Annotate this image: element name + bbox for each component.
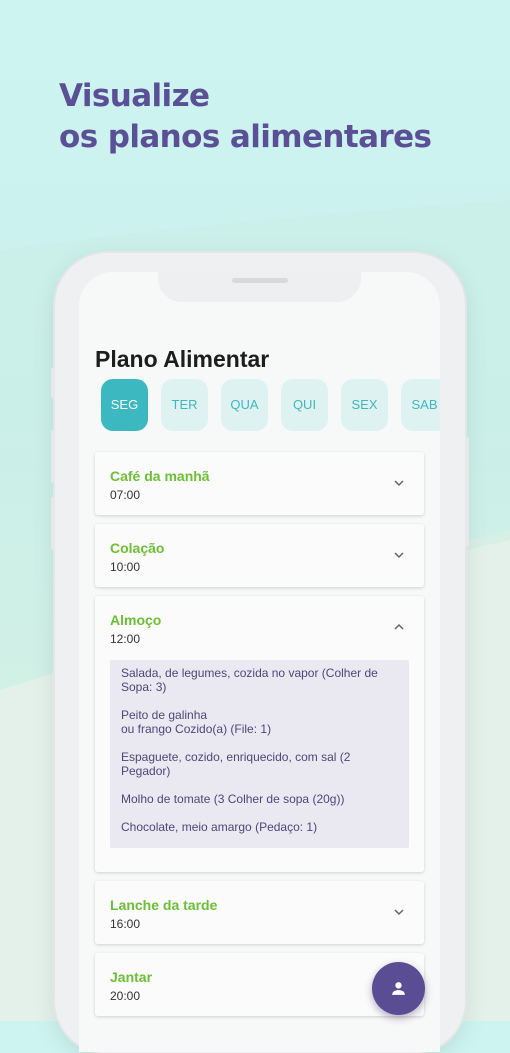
page-title: Plano Alimentar [95,346,270,372]
phone-power-button [465,437,469,547]
phone-volume-down [51,497,55,550]
food-item: Molho de tomate (3 Colher de sopa (20g)) [121,792,345,806]
app-screen: Plano Alimentar SEG TER QUA QUI SEX SAB Café … [79,272,440,1052]
meal-card-cafe[interactable]: Café da manhã 07:00 [95,452,424,515]
meal-time: 12:00 [110,632,141,646]
meal-name: Café da manhã [110,468,210,484]
headline-line-1: Visualize [59,78,210,114]
chevron-down-icon[interactable] [394,478,404,488]
tab-ter[interactable]: TER [161,379,208,431]
phone-side-button [51,368,55,398]
food-item: Chocolate, meio amargo (Pedaço: 1) [121,820,318,834]
meal-time: 20:00 [110,989,141,1003]
food-list: Salada, de legumes, cozida no vapor (Col… [110,660,409,848]
person-icon [392,982,405,995]
phone-speaker [232,278,288,283]
meal-card-colacao[interactable]: Colação 10:00 [95,524,424,587]
meal-card-lanche[interactable]: Lanche da tarde 16:00 [95,881,424,944]
meal-time: 07:00 [110,488,141,502]
phone-volume-up [51,430,55,483]
chevron-up-icon[interactable] [394,622,404,632]
meal-time: 16:00 [110,917,141,931]
meal-name: Jantar [110,969,153,985]
tab-sex[interactable]: SEX [341,379,388,431]
tab-seg[interactable]: SEG [101,379,148,431]
meal-time: 10:00 [110,560,141,574]
meal-name: Colação [110,540,165,556]
meal-name: Lanche da tarde [110,897,218,913]
headline-line-2: os planos alimentares [59,119,432,155]
food-item: Salada, de legumes, cozida no vapor (Col… [121,666,378,694]
meal-card-almoco[interactable]: Almoço 12:00 Salada, de legumes, cozida … [95,596,424,872]
phone-notch [158,272,361,302]
tab-qui[interactable]: QUI [281,379,328,431]
profile-fab-button[interactable] [372,962,425,1015]
chevron-down-icon[interactable] [394,550,404,560]
meal-name: Almoço [110,612,162,628]
tab-qua[interactable]: QUA [221,379,268,431]
tab-sab[interactable]: SAB [401,379,440,431]
weekday-tabs: SEG TER QUA QUI SEX SAB [101,379,440,431]
food-item: Espaguete, cozido, enriquecido, com sal … [121,750,351,778]
food-item: Peito de galinha ou frango Cozido(a) (Fi… [121,708,272,736]
chevron-down-icon[interactable] [394,907,404,917]
promo-headline: Visualize os planos alimentares [59,76,432,158]
